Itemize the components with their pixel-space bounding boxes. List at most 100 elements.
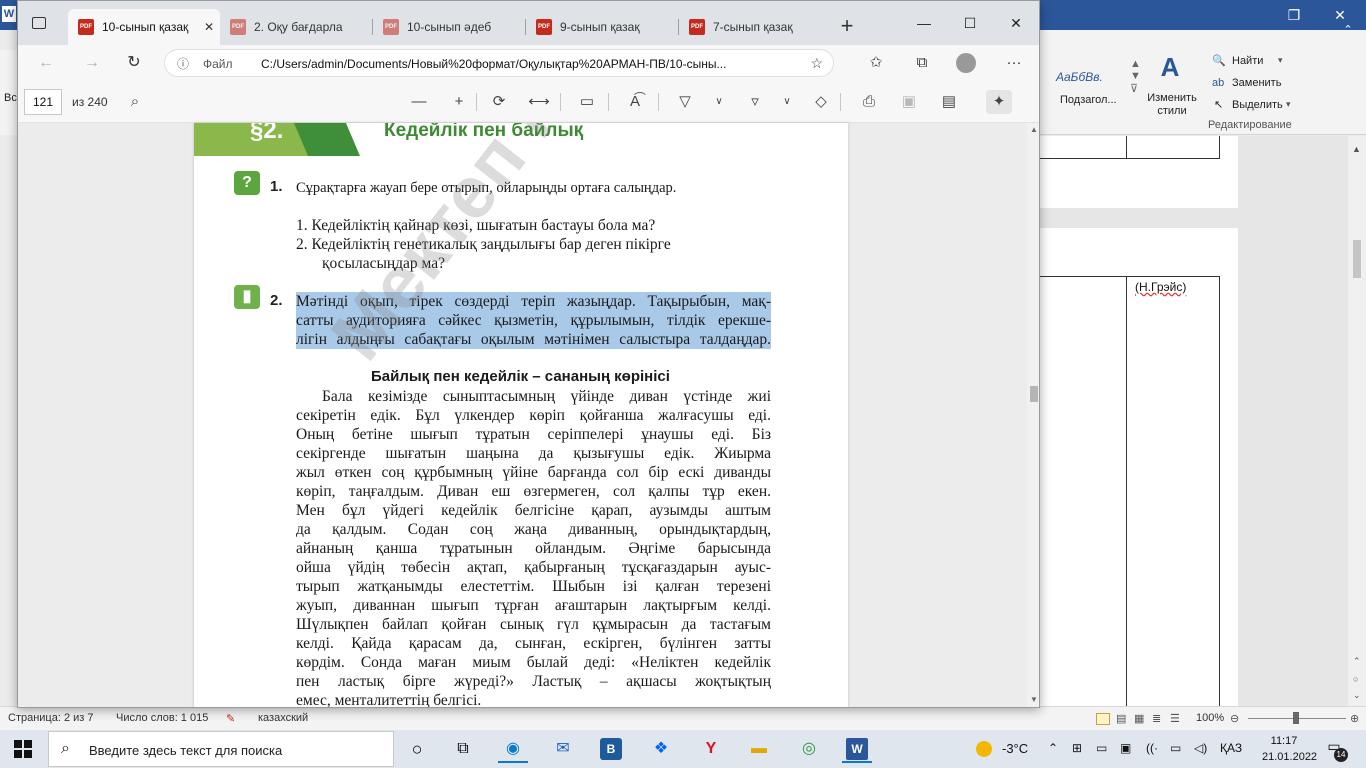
tab-3[interactable]: PDF 10-сынып әдеб (373, 9, 525, 45)
status-language[interactable]: казахский (258, 712, 308, 724)
battery-icon[interactable]: ▭ (1170, 741, 1181, 755)
address-bar[interactable]: ⓘ Файл C:/Users/admin/Documents/Новый%20… (164, 49, 834, 77)
outline-view-icon[interactable]: ≣ (1152, 712, 1161, 725)
pdf-vertical-scrollbar[interactable]: ▲ ▼ (1027, 123, 1039, 707)
change-styles-button[interactable]: Изменить стили (1144, 92, 1200, 118)
word-scroll-up-icon[interactable]: ▲ (1352, 144, 1361, 154)
word-restore-icon[interactable]: ❐ (1276, 0, 1312, 30)
chrome-app-icon[interactable]: ◎ (794, 735, 824, 763)
highlight-options-chevron-icon[interactable]: ∨ (774, 90, 800, 114)
dropbox-app-icon[interactable]: ❖ (646, 735, 676, 763)
tab-5[interactable]: PDF 7-сынып қазақ (679, 9, 831, 45)
zoom-slider-thumb[interactable] (1293, 712, 1299, 724)
mail-app-icon[interactable]: ✉ (548, 735, 578, 763)
reading-view-icon[interactable]: ▤ (1116, 712, 1126, 725)
tab-2[interactable]: PDF 2. Оқу бағдарла (220, 9, 372, 45)
dropbox-tray-icon[interactable]: ▭ (1096, 741, 1107, 755)
minimize-icon[interactable]: — (901, 9, 947, 37)
web-view-icon[interactable]: ▦ (1134, 712, 1144, 725)
style-gallery-scroll[interactable]: ▲ ▼ ⊽ (1130, 58, 1141, 95)
word-browse-object-icon[interactable]: ○ (1353, 674, 1358, 684)
fit-to-width-icon[interactable]: ⟷ (526, 90, 552, 114)
tab-actions-icon[interactable] (32, 17, 46, 29)
close-tab-icon[interactable]: ✕ (204, 9, 214, 45)
highlight-icon[interactable]: ▿ (742, 90, 768, 114)
scroll-down-icon[interactable]: ▼ (1030, 695, 1038, 704)
profile-avatar[interactable] (956, 53, 976, 73)
pin-toolbar-icon[interactable]: ✦ (986, 90, 1012, 114)
save-as-icon[interactable]: ▤ (936, 90, 962, 114)
draw-options-chevron-icon[interactable]: ∨ (706, 90, 732, 114)
weather-temp[interactable]: -3°C (1002, 741, 1028, 756)
style-gallery-sample[interactable]: АаБбВв. (1056, 70, 1103, 84)
print-icon[interactable]: ⎙ (856, 90, 882, 114)
page-view-icon[interactable]: ▭ (574, 90, 600, 114)
action-center-icon[interactable]: ▭ 14 (1322, 738, 1348, 762)
body-line: емес, менталитеттің белгісі. (296, 692, 482, 708)
task-view-icon[interactable]: ⧉ (448, 735, 478, 763)
close-window-icon[interactable]: ✕ (993, 9, 1039, 37)
file-explorer-icon[interactable]: ▬ (744, 735, 774, 763)
read-aloud-icon[interactable]: A͡ (622, 90, 648, 114)
body-line: Мен бұл үйдегі кедейлік белгісіне қарап,… (296, 502, 771, 519)
forward-icon[interactable]: → (78, 51, 106, 75)
zoom-in-icon[interactable]: + (446, 90, 472, 114)
change-styles-icon[interactable]: A (1150, 52, 1190, 92)
taskbar-search-box[interactable]: ⌕ Введите здесь текст для поиска (48, 731, 394, 767)
page-number-input[interactable]: 121 (24, 89, 62, 115)
word-scroll-thumb[interactable] (1353, 240, 1361, 278)
zoom-in-icon[interactable]: ⊕ (1350, 712, 1359, 725)
yandex-browser-icon[interactable]: Y (696, 735, 726, 763)
system-clock[interactable]: 11:17 21.01.2022 (1262, 733, 1317, 765)
find-dropdown-icon[interactable]: ▾ (1278, 55, 1283, 66)
select-dropdown-icon[interactable]: ▾ (1286, 99, 1291, 110)
zoom-out-icon[interactable]: ⊖ (1230, 712, 1239, 725)
style-gallery-name[interactable]: Подзагол... (1060, 94, 1117, 106)
tab-1[interactable]: PDF 10-сынып қазақ ✕ (68, 9, 220, 45)
erase-icon[interactable]: ◇ (808, 90, 834, 114)
zoom-out-icon[interactable]: — (406, 90, 432, 114)
collections-icon[interactable]: ⧉ (908, 51, 936, 75)
input-language[interactable]: ҚАЗ (1220, 741, 1242, 755)
word-app-icon[interactable]: W (842, 735, 872, 763)
weather-icon[interactable] (976, 741, 992, 757)
tab-4[interactable]: PDF 9-сынып қазақ (526, 9, 678, 45)
replace-button[interactable]: Заменить (1232, 77, 1281, 89)
refresh-icon[interactable]: ↻ (120, 51, 148, 75)
zoom-level[interactable]: 100% (1196, 712, 1224, 724)
word-prev-page-icon[interactable]: ⌃ (1353, 656, 1361, 667)
address-url[interactable]: C:/Users/admin/Documents/Новый%20формат/… (261, 57, 821, 71)
pdf-scroll-thumb[interactable] (1030, 386, 1038, 402)
save-icon[interactable]: ▣ (896, 90, 922, 114)
bitrix-app-icon[interactable]: B (596, 735, 626, 763)
back-icon[interactable]: ← (32, 51, 60, 75)
add-favorite-icon[interactable]: ☆ (810, 55, 823, 72)
scroll-up-icon[interactable]: ▲ (1030, 125, 1038, 134)
windows-start-icon[interactable] (14, 740, 34, 758)
info-icon[interactable]: ⓘ (177, 55, 189, 72)
more-menu-icon[interactable]: ··· (1000, 51, 1028, 75)
tab-label: 10-сынып әдеб (407, 20, 492, 34)
volume-icon[interactable]: ◁) (1194, 741, 1207, 755)
status-word-count[interactable]: Число слов: 1 015 (116, 712, 208, 724)
word-next-page-icon[interactable]: ⌄ (1353, 690, 1361, 701)
maximize-icon[interactable]: ☐ (947, 9, 993, 37)
rotate-icon[interactable]: ⟳ (486, 90, 512, 114)
favorites-icon[interactable]: ✩ (862, 51, 890, 75)
draw-icon[interactable]: ▽ (672, 90, 698, 114)
network-drive-icon[interactable]: ⊞ (1072, 741, 1082, 755)
print-layout-view-icon[interactable] (1096, 713, 1110, 725)
word-vertical-scrollbar[interactable]: ▲ ⌃ ○ ⌄ (1348, 136, 1366, 706)
find-in-document-icon[interactable]: ⌕ (122, 90, 148, 114)
new-tab-button[interactable]: + (832, 11, 862, 41)
wifi-icon[interactable]: ((· (1146, 741, 1158, 755)
find-button[interactable]: Найти (1232, 55, 1263, 67)
edge-app-icon[interactable]: ◉ (498, 735, 528, 763)
cortana-icon[interactable]: ○ (402, 735, 432, 763)
status-page[interactable]: Страница: 2 из 7 (8, 712, 94, 724)
draft-view-icon[interactable]: ☰ (1170, 712, 1180, 725)
show-hidden-icons[interactable]: ⌃ (1048, 741, 1058, 755)
select-button[interactable]: Выделить (1232, 99, 1283, 111)
notifications-tray-icon[interactable]: ▣ (1120, 741, 1131, 755)
proofing-icon[interactable]: ✎ (226, 712, 235, 725)
